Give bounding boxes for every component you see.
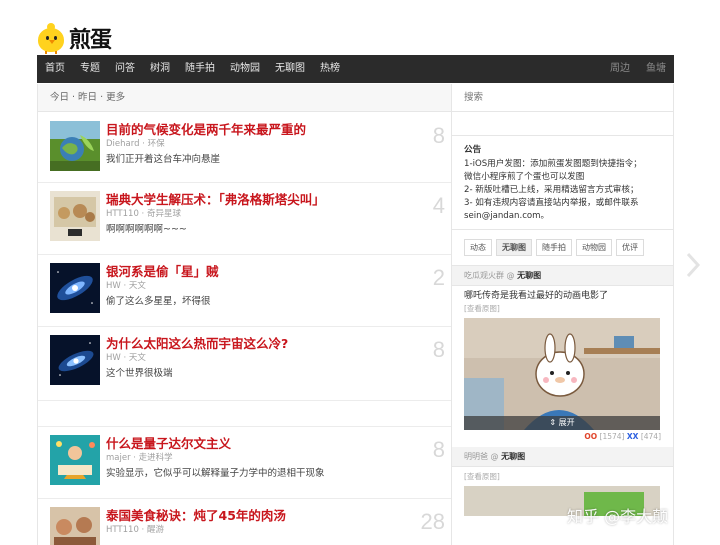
announcement-title: 公告 [464,145,482,155]
sidebar-blank [452,112,673,136]
entry-title[interactable]: 为什么太阳这么热而宇宙这么冷? [106,333,288,352]
view-original-link[interactable]: [查看原图] [464,303,661,314]
post-section[interactable]: 无聊图 [501,452,525,461]
entry-meta[interactable]: majer · 走进科学 [106,451,173,463]
nav-hot[interactable]: 热榜 [312,55,347,83]
post-text: 哪吒传奇是我看过最好的动画电影了 [464,291,609,301]
list-item: 瑞典大学生解压术：「弗洛格斯塔尖叫」 HTT110 · 奇异星球 啊啊啊啊啊啊~… [38,183,451,255]
thumbnail-soup[interactable] [50,507,100,545]
entry-meta[interactable]: HTT110 · 醒游 [106,523,164,535]
tab-boring-pics[interactable]: 无聊图 [496,239,532,256]
list-header[interactable]: 今日 · 昨日 · 更多 [38,84,451,112]
post-image[interactable]: ⇕ 展开 [464,318,660,430]
vote-bar: OO [1574] XX [474] [464,432,661,441]
list-item: 银河系是偷「星」贼 HW · 天文 偷了这么多星星，坏得很 2 [38,255,451,327]
entry-meta[interactable]: HW · 天文 [106,279,146,291]
comment-count[interactable]: 8 [433,437,445,463]
chick-mascot-icon [36,21,66,54]
entry-excerpt: 偷了这么多星星，坏得很 [106,296,211,307]
upvote-button[interactable]: OO [584,432,597,441]
entry-meta[interactable]: Diehard · 环保 [106,137,165,149]
nav-zoo[interactable]: 动物园 [222,55,267,83]
list-item: 为什么太阳这么热而宇宙这么冷? HW · 天文 这个世界很极端 8 [38,327,451,401]
search-box[interactable]: 搜索 [452,84,673,112]
thumbnail-space[interactable] [50,335,100,385]
entry-meta[interactable]: HW · 天文 [106,351,146,363]
entry-title[interactable]: 瑞典大学生解压术：「弗洛格斯塔尖叫」 [106,189,325,208]
nav-snapshots[interactable]: 随手拍 [177,55,222,83]
logo-text: 煎蛋 [69,28,112,53]
sidebar-tabs: 动态 无聊图 随手拍 动物园 优评 [452,230,673,266]
announcement: 公告 1-iOS用户发图：添加煎蛋发图题到快捷指令； 微信小程序煎了个蛋也可以发… [452,136,673,230]
comment-count[interactable]: 2 [433,265,445,291]
site-logo[interactable]: 煎蛋 [36,20,112,56]
announcement-line: 3- 如有违规内容请直接站内举报，或邮件联系 [464,198,639,208]
post-list: 今日 · 昨日 · 更多 目前的气候变化是两千年来最严重的 Diehard · … [37,84,452,545]
comment-count[interactable]: 4 [433,193,445,219]
entry-meta[interactable]: HTT110 · 奇异星球 [106,207,181,219]
announcement-line: 2- 新版吐槽已上线，采用精选留言方式审核； [464,185,639,195]
tab-zoo[interactable]: 动物园 [576,239,612,256]
nav-boring-pics[interactable]: 无聊图 [267,55,312,83]
nav-home[interactable]: 首页 [37,55,72,83]
tab-activity[interactable]: 动态 [464,239,492,256]
tab-top-comments[interactable]: 优评 [616,239,644,256]
blank-row [38,401,451,427]
post-author[interactable]: 明明爸 [464,452,488,461]
at-icon: @ [490,452,499,461]
post-header: 吃瓜观火群 @ 无聊图 [452,266,673,286]
entry-title[interactable]: 银河系是偷「星」贼 [106,261,219,280]
nav-treehole[interactable]: 树洞 [142,55,177,83]
thumbnail-scream[interactable] [50,191,100,241]
at-icon: @ [506,271,515,280]
list-item: 什么是量子达尔文主义 majer · 走进科学 实验显示，它似乎可以解释量子力学… [38,427,451,499]
post-body: 哪吒传奇是我看过最好的动画电影了 [查看原图] ⇕ 展开 OO [1574] X… [452,286,673,441]
view-original-link[interactable]: [查看原图] [464,471,661,482]
upvote-count: [1574] [599,432,625,441]
entry-title[interactable]: 目前的气候变化是两千年来最严重的 [106,119,306,138]
post-section[interactable]: 无聊图 [517,271,541,280]
thumbnail-galaxy[interactable] [50,263,100,313]
list-item: 泰国美食秘诀：炖了45年的肉汤 HTT110 · 醒游 28 [38,499,451,545]
tab-snapshots[interactable]: 随手拍 [536,239,572,256]
thumbnail-climate[interactable] [50,121,100,171]
entry-excerpt: 这个世界很极端 [106,368,173,379]
nav-qa[interactable]: 问答 [107,55,142,83]
comment-count[interactable]: 8 [433,337,445,363]
chevron-right-icon[interactable] [684,250,702,280]
main-nav: 首页 专题 问答 树洞 随手拍 动物园 无聊图 热榜 周边 鱼塘 [37,55,674,83]
expand-button[interactable]: ⇕ 展开 [464,416,660,430]
comment-count[interactable]: 8 [433,123,445,149]
entry-excerpt: 实验显示，它似乎可以解释量子力学中的退相干现象 [106,468,325,479]
announcement-line: 微信小程序煎了个蛋也可以发图 [464,172,585,182]
entry-title[interactable]: 什么是量子达尔文主义 [106,433,231,452]
announcement-email[interactable]: sein@jandan.com。 [464,210,661,223]
entry-excerpt: 啊啊啊啊啊啊~~~ [106,224,187,235]
downvote-button[interactable]: XX [627,432,639,441]
comment-count[interactable]: 28 [421,509,445,535]
list-item: 目前的气候变化是两千年来最严重的 Diehard · 环保 我们正开着这台车冲向… [38,113,451,183]
watermark-text: 知乎 @李大颠 [567,507,669,526]
announcement-line: 1-iOS用户发图：添加煎蛋发图题到快捷指令； [464,159,642,169]
sidebar: 搜索 公告 1-iOS用户发图：添加煎蛋发图题到快捷指令； 微信小程序煎了个蛋也… [452,84,674,545]
nav-merch[interactable]: 周边 [602,55,638,83]
entry-title[interactable]: 泰国美食秘诀：炖了45年的肉汤 [106,505,286,524]
entry-excerpt: 我们正开着这台车冲向悬崖 [106,154,221,165]
nav-fishpond[interactable]: 鱼塘 [638,55,674,83]
post-header: 明明爸 @ 无聊图 [452,447,673,467]
post-author[interactable]: 吃瓜观火群 [464,271,504,280]
downvote-count: [474] [640,432,661,441]
nav-topics[interactable]: 专题 [72,55,107,83]
thumbnail-quantum[interactable] [50,435,100,485]
